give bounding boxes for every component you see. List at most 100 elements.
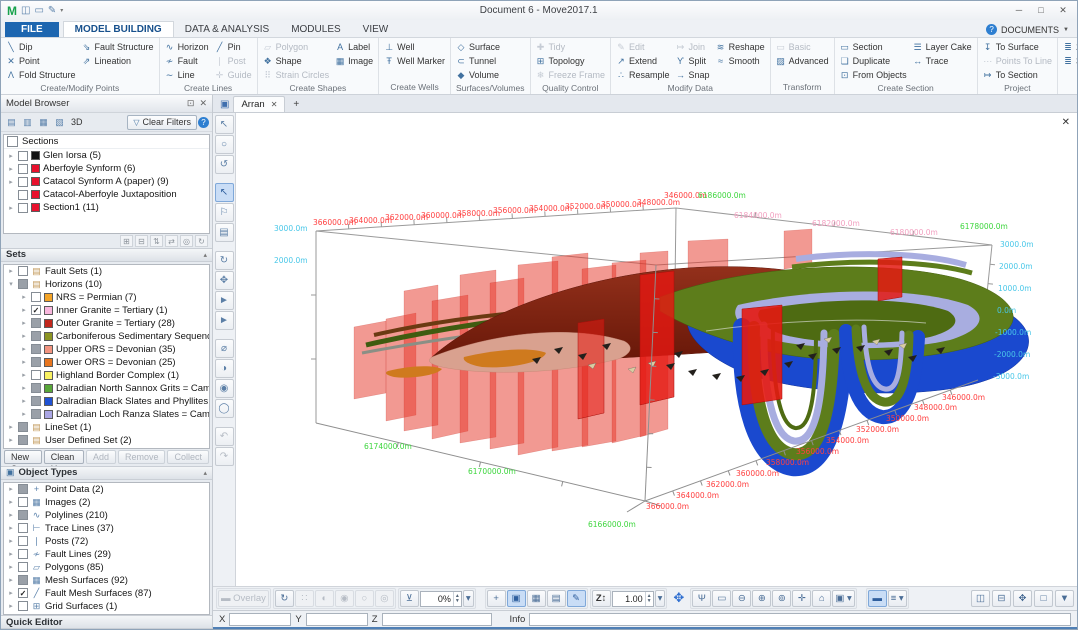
expand-arrow-icon[interactable]: ▸ xyxy=(7,498,15,506)
item-checkbox[interactable] xyxy=(18,164,28,174)
tree-item-dalradian-black-slates-and-phyllites-cambrian-38[interactable]: ▸Dalradian Black Slates and Phyllites = … xyxy=(4,395,209,408)
fold-structure-button[interactable]: ΛFold Structure xyxy=(4,68,78,82)
tree-layout-3-icon[interactable]: ▦ xyxy=(36,115,51,129)
item-checkbox[interactable] xyxy=(18,203,28,213)
resample-button[interactable]: ∴Resample xyxy=(614,68,672,82)
navigation-pad-icon[interactable]: ✥ xyxy=(669,590,688,607)
zoom-rectangle-button[interactable]: ▭ xyxy=(712,590,731,607)
refresh-icon[interactable]: ↻ xyxy=(195,235,208,247)
lineation-button[interactable]: ⇗Lineation xyxy=(80,54,156,68)
item-checkbox[interactable] xyxy=(18,536,28,546)
to-surface-button[interactable]: ↧To Surface xyxy=(981,40,1054,54)
expand-arrow-icon[interactable]: ▸ xyxy=(7,485,15,493)
tree-item-horizons-10[interactable]: ▾▤Horizons (10) xyxy=(4,278,209,291)
scale-bar-button[interactable]: ▬ xyxy=(868,590,887,607)
transparency-icon[interactable]: ⊻ xyxy=(400,590,419,607)
item-checkbox[interactable]: ✓ xyxy=(31,305,41,315)
tree-item-lineset-1[interactable]: ▸▤LineSet (1) xyxy=(4,421,209,434)
pane-menu-button[interactable]: ▼ xyxy=(1055,590,1074,607)
item-checkbox[interactable] xyxy=(31,344,41,354)
item-checkbox[interactable] xyxy=(18,523,28,533)
expand-arrow-icon[interactable]: ▸ xyxy=(7,267,15,275)
well-button[interactable]: ⊥Well xyxy=(382,40,447,54)
item-checkbox[interactable] xyxy=(31,318,41,328)
tree-item-grid-surfaces-1[interactable]: ▸⊞Grid Surfaces (1) xyxy=(4,600,209,613)
expand-arrow-icon[interactable]: ▸ xyxy=(20,410,28,418)
move-up-down-icon[interactable]: ⇅ xyxy=(150,235,163,247)
rotate-view-button[interactable]: ↻ xyxy=(215,251,234,270)
zoom-fit-button[interactable]: ⊚ xyxy=(772,590,791,607)
tree-item-highland-border-complex-1[interactable]: ▸Highland Border Complex (1) xyxy=(4,369,209,382)
view-cube-button[interactable]: ▣ xyxy=(507,590,526,607)
dip-button[interactable]: ╲Dip xyxy=(4,40,78,54)
layer-cake-button[interactable]: ☰Layer Cake xyxy=(911,40,974,54)
tree-item-polygons-85[interactable]: ▸▱Polygons (85) xyxy=(4,561,209,574)
2d-depth-conversion-button[interactable]: ≣2D Depth Conversion xyxy=(1061,40,1077,54)
expand-arrow-icon[interactable]: ▸ xyxy=(7,436,15,444)
pane-vertical-split-button[interactable]: ◫ xyxy=(971,590,990,607)
viewport-close-icon[interactable]: ✕ xyxy=(1062,117,1070,128)
topology-button[interactable]: ⊞Topology xyxy=(534,54,608,68)
tree-item-catacol-aberfoyle-juxtaposition[interactable]: Catacol-Aberfoyle Juxtaposition xyxy=(4,188,209,201)
item-checkbox[interactable] xyxy=(18,562,28,572)
item-checkbox[interactable]: ✓ xyxy=(18,588,28,598)
tree-item-glen-iorsa-5[interactable]: ▸Glen Iorsa (5) xyxy=(4,149,209,162)
advanced-button[interactable]: ▨Advanced xyxy=(774,54,831,68)
expand-arrow-icon[interactable]: ▸ xyxy=(20,345,28,353)
tree-item-dalradian-north-sannox-grits-cambrian-107[interactable]: ▸Dalradian North Sannox Grits = Cambrian… xyxy=(4,382,209,395)
item-checkbox[interactable] xyxy=(31,292,41,302)
tree-layout-2-icon[interactable]: ▥ xyxy=(20,115,35,129)
tree-layout-1-icon[interactable]: ▤ xyxy=(4,115,19,129)
close-button[interactable]: ✕ xyxy=(1052,3,1074,18)
list-remove-icon[interactable]: ⊟ xyxy=(135,235,148,247)
help-icon[interactable]: ? xyxy=(986,24,997,35)
walk-mode-button[interactable]: Ψ xyxy=(692,590,711,607)
sections-checkbox[interactable] xyxy=(7,136,18,147)
3d-depth-conversion-button[interactable]: ≣3D Depth Conversion xyxy=(1061,54,1077,68)
view-stats-button[interactable]: ▤ xyxy=(547,590,566,607)
expand-arrow-icon[interactable]: ▸ xyxy=(20,332,28,340)
orbit-object-button[interactable]: ↺ xyxy=(215,155,234,174)
item-checkbox[interactable] xyxy=(18,435,28,445)
opacity-spinner[interactable]: ▲▼ xyxy=(420,591,462,607)
documents-button[interactable]: DOCUMENTS xyxy=(1001,25,1059,35)
sets-header[interactable]: Sets ▴ xyxy=(1,248,212,262)
fault-button[interactable]: ≁Fault xyxy=(163,54,211,68)
tree-item-catacol-synform-a-paper-9[interactable]: ▸Catacol Synform A (paper) (9) xyxy=(4,175,209,188)
window-layout-icon[interactable]: ◫ xyxy=(21,5,30,17)
loop-view-button[interactable]: ◯ xyxy=(215,399,234,418)
view-grid-button[interactable]: ▦ xyxy=(527,590,546,607)
z-stepper-icons[interactable]: ▲▼ xyxy=(645,592,653,606)
undo-button[interactable]: ↶ xyxy=(215,427,234,446)
tree-item-upper-ors-devonian-35[interactable]: ▸Upper ORS = Devonian (35) xyxy=(4,343,209,356)
section-button[interactable]: ▭Section xyxy=(838,40,909,54)
tree-item-posts-72[interactable]: ▸∣Posts (72) xyxy=(4,535,209,548)
z-exaggeration-spinner[interactable]: ▲▼ xyxy=(612,591,654,607)
tree-item-fault-lines-29[interactable]: ▸≁Fault Lines (29) xyxy=(4,548,209,561)
ribbon-tab-data-analysis[interactable]: DATA & ANALYSIS xyxy=(174,22,280,37)
pane-expand-button[interactable]: ✥ xyxy=(1013,590,1032,607)
pin-button[interactable]: ╱Pin xyxy=(213,40,254,54)
z-coordinate-input[interactable] xyxy=(382,613,492,626)
to-section-button[interactable]: ↦To Section xyxy=(981,68,1054,82)
opacity-dropdown-icon[interactable]: ▾ xyxy=(463,590,474,607)
select-cursor-button[interactable]: ↖ xyxy=(215,115,234,134)
fault-structure-button[interactable]: ⇘Fault Structure xyxy=(80,40,156,54)
clean-up-button[interactable]: Clean Up xyxy=(44,450,84,464)
stereonet-display-a-button[interactable]: ◐ xyxy=(315,590,334,607)
redo-button[interactable]: ↷ xyxy=(215,447,234,466)
tree-item-polylines-210[interactable]: ▸∿Polylines (210) xyxy=(4,509,209,522)
item-checkbox[interactable] xyxy=(18,484,28,494)
tree-item-inner-granite-tertiary-1[interactable]: ▸✓Inner Granite = Tertiary (1) xyxy=(4,304,209,317)
z-exaggeration-button[interactable]: Z↕ xyxy=(592,590,611,607)
trace-button[interactable]: ↔Trace xyxy=(911,54,974,68)
add-view-button[interactable]: + xyxy=(487,590,506,607)
horizon-button[interactable]: ∿Horizon xyxy=(163,40,211,54)
overlay-button[interactable]: ▬ Overlay xyxy=(218,590,269,607)
quick-editor-header[interactable]: Quick Editor xyxy=(1,615,212,629)
item-checkbox[interactable] xyxy=(31,370,41,380)
tree-item-point-data-2[interactable]: ▸+Point Data (2) xyxy=(4,483,209,496)
extend-button[interactable]: ↗Extend xyxy=(614,54,672,68)
item-checkbox[interactable] xyxy=(31,396,41,406)
pane-single-button[interactable]: □ xyxy=(1034,590,1053,607)
